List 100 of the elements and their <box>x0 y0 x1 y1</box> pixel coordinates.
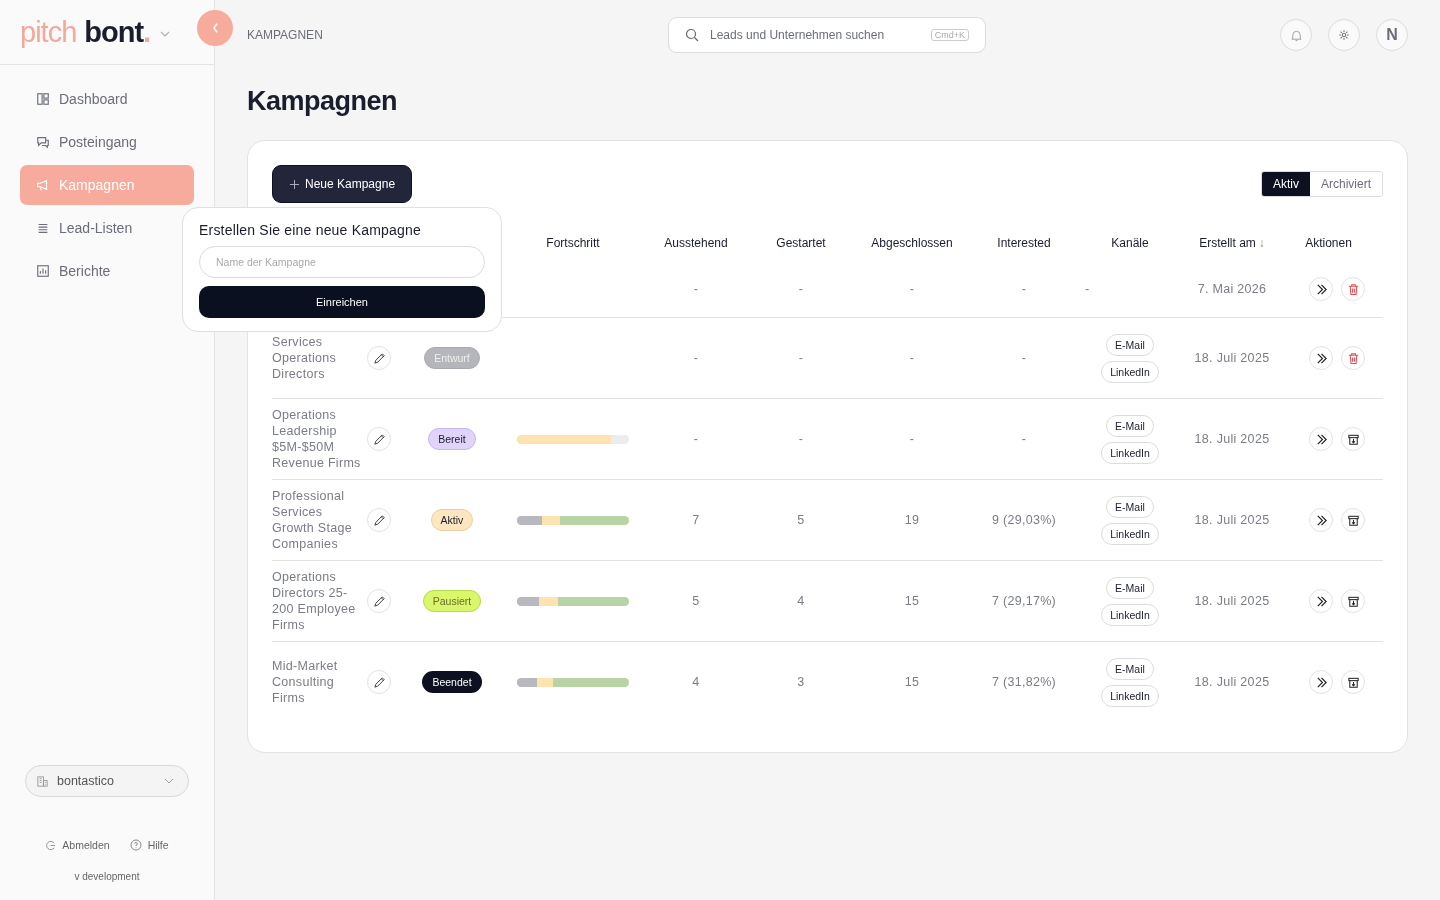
open-button[interactable] <box>1309 589 1333 613</box>
archive-icon <box>1346 675 1360 689</box>
archive-button[interactable] <box>1341 670 1365 694</box>
edit-button[interactable] <box>367 670 391 694</box>
archive-icon <box>1346 594 1360 608</box>
trash-icon <box>1346 282 1360 296</box>
open-button[interactable] <box>1309 427 1333 451</box>
column-label[interactable]: Fortschritt <box>546 236 600 250</box>
archive-icon <box>1346 432 1360 446</box>
campaign-name[interactable]: Operations Directors 25-200 Employee Firms <box>272 569 364 633</box>
table-cell: - <box>909 432 915 446</box>
avatar-button[interactable]: N <box>1376 19 1408 51</box>
list-icon <box>36 221 50 235</box>
filter-tab[interactable]: Aktiv <box>1261 172 1310 196</box>
archive-button[interactable] <box>1341 589 1365 613</box>
settings-icon <box>1338 29 1350 41</box>
submit-button[interactable]: Einreichen <box>199 286 485 318</box>
pencil-icon <box>372 513 386 527</box>
open-button[interactable] <box>1309 508 1333 532</box>
table-cell: - <box>693 351 699 365</box>
edit-button[interactable] <box>367 589 391 613</box>
double-chevron-icon <box>1314 432 1328 446</box>
pencil-icon <box>372 675 386 689</box>
open-button[interactable] <box>1309 277 1333 301</box>
table-cell: 15 <box>904 675 920 689</box>
table-cell: - <box>798 351 804 365</box>
campaign-name[interactable]: Professional Services Growth Stage Companies <box>272 488 364 552</box>
campaign-name[interactable]: Services Operations Directors <box>272 334 364 382</box>
status-badge: Aktiv <box>430 509 474 531</box>
campaign-name[interactable]: Operations Leadership $5M-$50M Revenue Firms <box>272 407 364 471</box>
table-cell: - <box>909 282 915 296</box>
double-chevron-icon <box>1314 675 1328 689</box>
column-label[interactable]: Gestartet <box>776 236 826 250</box>
pencil-icon <box>372 351 386 365</box>
edit-button[interactable] <box>367 508 391 532</box>
sidebar-item[interactable]: Dashboard <box>20 79 194 119</box>
table-cell: 4 <box>797 594 805 608</box>
building-icon <box>36 774 49 788</box>
table-cell: 7 <box>692 513 700 527</box>
column-label[interactable]: Kanäle <box>1111 236 1149 250</box>
campaign-name-field[interactable]: Name der Kampagne <box>199 246 485 278</box>
logout-link[interactable]: Abmelden <box>45 839 110 851</box>
table-cell: - <box>1021 432 1027 446</box>
sidebar-item[interactable]: Lead-Listen <box>20 208 194 248</box>
edit-button[interactable] <box>367 427 391 451</box>
archive-button[interactable] <box>1341 508 1365 532</box>
chart-icon <box>36 264 50 278</box>
dashboard-icon <box>36 92 50 106</box>
sidebar-item[interactable]: Berichte <box>20 251 194 291</box>
column-label[interactable]: Abgeschlossen <box>871 236 953 250</box>
table-cell: - <box>798 282 804 296</box>
column-label[interactable]: Aktionen <box>1305 236 1352 250</box>
table-cell: 5 <box>797 513 805 527</box>
date-cell: 18. Juli 2025 <box>1194 675 1270 689</box>
pencil-icon <box>372 594 386 608</box>
table-cell: - <box>909 351 915 365</box>
table-cell: 7 (29,17%) <box>991 594 1057 608</box>
table-cell: 5 <box>692 594 700 608</box>
table-cell: - <box>798 432 804 446</box>
logo[interactable]: pitch bont. <box>20 15 151 49</box>
sort-arrow[interactable]: ↓ <box>1258 236 1265 250</box>
version-label: v development <box>74 871 140 882</box>
table-cell: 19 <box>904 513 920 527</box>
double-chevron-icon <box>1314 351 1328 365</box>
chevron-left-icon <box>211 23 219 33</box>
archive-icon <box>1346 513 1360 527</box>
campaign-name[interactable]: Mid-Market Consulting Firms <box>272 658 364 706</box>
status-badge: Bereit <box>428 428 476 450</box>
new-campaign-button[interactable]: Neue Kampagne <box>272 165 413 203</box>
double-chevron-icon <box>1314 513 1328 527</box>
column-label[interactable]: Interested <box>997 236 1051 250</box>
open-button[interactable] <box>1309 670 1333 694</box>
table-cell-text: - <box>1084 282 1090 296</box>
table-cell: 7 (31,82%) <box>991 675 1057 689</box>
sidebar-item[interactable]: Posteingang <box>20 122 194 162</box>
breadcrumb[interactable]: KAMPAGNEN <box>247 28 668 42</box>
workspace-select[interactable]: bontastico <box>25 765 189 797</box>
date-cell: 18. Juli 2025 <box>1194 432 1270 446</box>
archive-button[interactable] <box>1341 427 1365 451</box>
status-badge: Pausiert <box>422 590 482 612</box>
pencil-icon <box>372 432 386 446</box>
logout-icon <box>45 839 57 851</box>
delete-button[interactable] <box>1341 346 1365 370</box>
table-cell: 4 <box>692 675 700 689</box>
edit-button[interactable] <box>367 346 391 370</box>
megaphone-icon <box>36 178 50 192</box>
date-cell: 7. Mai 2026 <box>1197 282 1267 296</box>
date-cell: 18. Juli 2025 <box>1194 351 1270 365</box>
column-label[interactable]: Erstellt am <box>1199 236 1256 250</box>
plus-icon <box>289 178 300 190</box>
table-cell: 3 <box>797 675 805 689</box>
column-label[interactable]: Ausstehend <box>664 236 728 250</box>
trash-icon <box>1346 351 1360 365</box>
shortcut-hint: Cmd+K <box>930 29 969 41</box>
delete-button[interactable] <box>1341 277 1365 301</box>
chat-icon <box>36 135 50 149</box>
page-title: Kampagnen <box>247 86 399 117</box>
open-button[interactable] <box>1309 346 1333 370</box>
help-link[interactable]: Hilfe <box>129 839 169 851</box>
table-cell: - <box>1021 282 1027 296</box>
